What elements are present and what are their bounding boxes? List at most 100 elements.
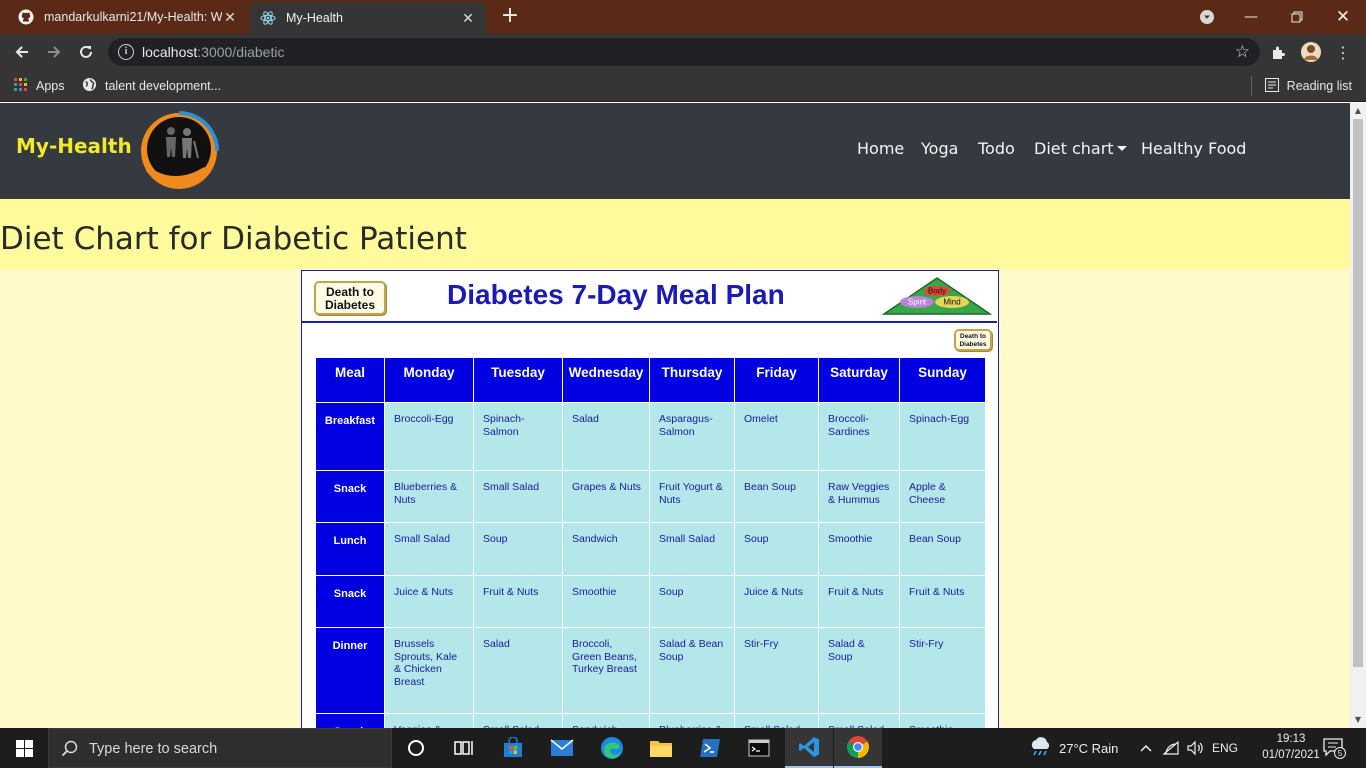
- bookmark-talent-development[interactable]: talent development...: [82, 76, 221, 96]
- meal-cell: Small Salad: [734, 713, 819, 728]
- url-text[interactable]: localhost:3000/diabetic: [142, 44, 284, 60]
- meal-row-header: Snack: [315, 470, 385, 523]
- microsoft-store-icon[interactable]: [489, 728, 537, 768]
- reading-list-label: Reading list: [1286, 79, 1352, 93]
- meal-cell: Fruit & Nuts: [899, 575, 986, 628]
- weather-widget[interactable]: 27°C Rain: [1028, 728, 1118, 768]
- death-to-diabetes-small-logo: Death to Diabetes: [954, 329, 992, 351]
- windows-start-button[interactable]: [0, 728, 48, 768]
- meal-cell: Small Salad: [649, 522, 735, 576]
- reading-list-button[interactable]: Reading list: [1250, 76, 1352, 96]
- globe-icon: [82, 77, 97, 95]
- notifications-button[interactable]: 5: [1322, 728, 1346, 768]
- meal-cell: Juice & Nuts: [734, 575, 819, 628]
- terminal-icon[interactable]: [735, 728, 783, 768]
- meal-row-header: Lunch: [315, 522, 385, 576]
- info-icon[interactable]: i: [118, 44, 134, 60]
- logo[interactable]: [138, 111, 220, 193]
- meal-cell: Smoothie: [818, 522, 900, 576]
- task-view-icon[interactable]: [440, 728, 488, 768]
- column-header: Saturday: [818, 357, 900, 403]
- reading-list-icon: [1264, 77, 1279, 95]
- column-header: Monday: [384, 357, 474, 403]
- scrollbar-thumb[interactable]: [1353, 119, 1363, 667]
- new-tab-button[interactable]: +: [498, 5, 522, 29]
- scroll-down-arrow-icon[interactable]: ▼: [1350, 712, 1366, 728]
- column-header: Sunday: [899, 357, 986, 403]
- cortana-icon[interactable]: [392, 728, 440, 768]
- close-icon[interactable]: ✕: [460, 10, 476, 27]
- meal-cell: Fruit & Nuts: [473, 575, 563, 628]
- nav-yoga[interactable]: Yoga: [921, 139, 958, 158]
- back-arrow-icon[interactable]: [10, 40, 34, 64]
- react-icon: [260, 10, 276, 26]
- windows-taskbar: Type here to search 27°C Rain ENG 19:13 …: [0, 728, 1366, 768]
- vscode-icon[interactable]: [785, 728, 833, 768]
- page-scrollbar[interactable]: ▲ ▼: [1350, 103, 1366, 728]
- restore-button[interactable]: [1274, 0, 1320, 34]
- nav-home[interactable]: Home: [857, 139, 904, 158]
- meal-cell: Salad: [562, 402, 650, 471]
- reload-icon[interactable]: [74, 40, 98, 64]
- powershell-icon[interactable]: [686, 728, 734, 768]
- close-icon[interactable]: ✕: [222, 9, 238, 26]
- clock-date: 01/07/2021: [1262, 749, 1320, 761]
- language-indicator[interactable]: ENG: [1212, 728, 1238, 768]
- meal-row-header: Snack: [315, 575, 385, 628]
- taskbar-search-box[interactable]: Type here to search: [48, 728, 392, 768]
- table-row: Dinner Brussels Sprouts, Kale & Chicken B…: [315, 627, 986, 714]
- bookmark-apps[interactable]: Apps: [14, 76, 65, 96]
- forward-arrow-icon[interactable]: [42, 40, 66, 64]
- hidden-icons-chevron-icon[interactable]: [1139, 728, 1153, 768]
- table-row: SnackVeggies &Small SaladSandwichBlueber…: [315, 713, 986, 728]
- meal-cell: Juice & Nuts: [384, 575, 474, 628]
- nav-healthy-food[interactable]: Healthy Food: [1141, 139, 1246, 158]
- address-bar[interactable]: i localhost:3000/diabetic ☆: [108, 38, 1260, 66]
- meal-cell: Soup: [649, 575, 735, 628]
- page-title: Diet Chart for Diabetic Patient: [0, 221, 467, 257]
- death-to-diabetes-logo: Death to Diabetes: [314, 281, 386, 315]
- column-header: Thursday: [649, 357, 735, 403]
- meal-cell: Asparagus-Salmon: [649, 402, 735, 471]
- meal-plan-title: Diabetes 7-Day Meal Plan: [447, 279, 785, 310]
- meal-cell: Soup: [734, 522, 819, 576]
- column-header: Meal: [315, 357, 385, 403]
- profile-menu-icon[interactable]: [1184, 0, 1230, 34]
- extensions-puzzle-icon[interactable]: [1267, 40, 1291, 64]
- brand-link[interactable]: My-Health: [16, 134, 132, 158]
- bookmark-star-icon[interactable]: ☆: [1235, 42, 1250, 62]
- tab-my-health[interactable]: My-Health ✕: [250, 2, 486, 34]
- meal-cell: Salad & Soup: [818, 627, 900, 714]
- nav-diet-chart-dropdown[interactable]: Diet chart: [1034, 139, 1127, 158]
- volume-icon[interactable]: [1186, 728, 1204, 768]
- meal-cell: Spinach-Egg: [899, 402, 986, 471]
- close-window-button[interactable]: ✕: [1320, 0, 1366, 34]
- avatar[interactable]: [1299, 40, 1323, 64]
- clock-time: 19:13: [1276, 733, 1306, 745]
- meal-cell: Blueberries &: [649, 713, 735, 728]
- bookmarks-bar: Apps talent development... Reading list: [0, 70, 1366, 102]
- meal-plan-header: Death to Diabetes Diabetes 7-Day Meal Pl…: [302, 271, 997, 323]
- rain-cloud-icon: [1028, 736, 1052, 760]
- scroll-up-arrow-icon[interactable]: ▲: [1350, 103, 1366, 119]
- meal-cell: Stir-Fry: [899, 627, 986, 714]
- meal-cell: Grapes & Nuts: [562, 470, 650, 523]
- tab-github[interactable]: mandarkulkarni21/My-Health: W ✕: [8, 0, 248, 34]
- search-icon: [61, 740, 79, 762]
- edge-icon[interactable]: [588, 728, 636, 768]
- github-icon: [18, 9, 34, 25]
- chrome-icon[interactable]: [834, 728, 882, 768]
- nav-todo[interactable]: Todo: [978, 139, 1015, 158]
- mail-icon[interactable]: [538, 728, 586, 768]
- table-row: Breakfast Broccoli-Egg Spinach-Salmon Salad…: [315, 402, 986, 471]
- meal-cell: Bean Soup: [899, 522, 986, 576]
- minimize-button[interactable]: —: [1228, 0, 1274, 34]
- file-explorer-icon[interactable]: [637, 728, 685, 768]
- system-clock[interactable]: 19:13 01/07/2021: [1256, 731, 1326, 763]
- meal-cell: Broccoli-Sardines: [818, 402, 900, 471]
- site-navbar: My-Health Home Yoga Todo Diet chart Heal…: [0, 103, 1350, 199]
- browser-menu-icon[interactable]: ⋮: [1331, 40, 1355, 64]
- network-icon[interactable]: [1162, 728, 1180, 768]
- meal-cell: Smoothie: [899, 713, 986, 728]
- meal-cell: Soup: [473, 522, 563, 576]
